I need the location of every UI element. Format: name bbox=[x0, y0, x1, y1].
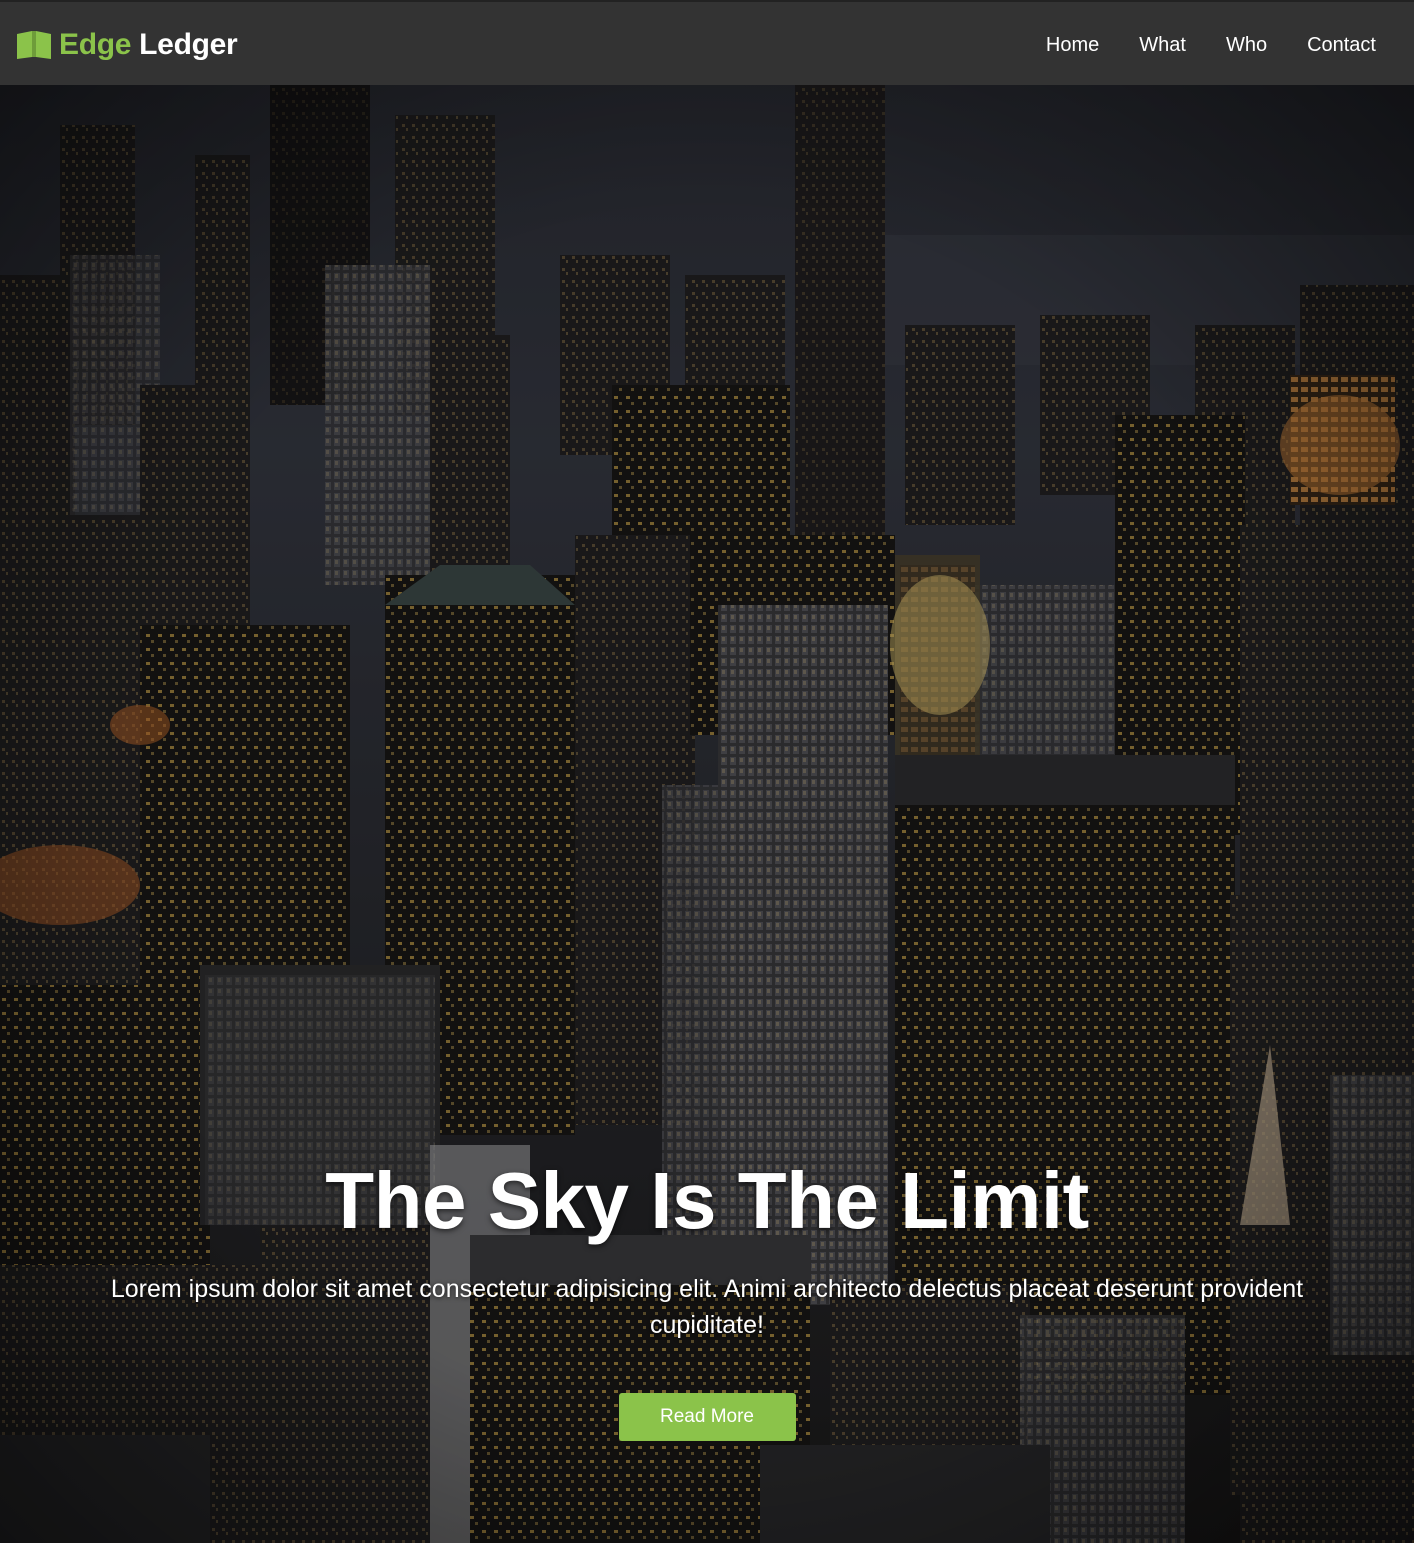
brand-main-text: Ledger bbox=[139, 28, 238, 61]
landing-page: Edge Ledger Home What Who Contact The Sk… bbox=[0, 0, 1414, 1543]
book-open-icon bbox=[17, 31, 51, 59]
nav-item-contact: Contact bbox=[1267, 32, 1376, 58]
nav-item-home: Home bbox=[1006, 32, 1099, 58]
nav-item-who: Who bbox=[1186, 32, 1267, 58]
navbar: Edge Ledger Home What Who Contact bbox=[0, 0, 1414, 85]
nav-menu: Home What Who Contact bbox=[1006, 32, 1376, 58]
brand-accent-text: Edge bbox=[59, 28, 132, 61]
nav-link-home[interactable]: Home bbox=[1006, 32, 1099, 58]
nav-item-what: What bbox=[1099, 32, 1186, 58]
nav-link-contact[interactable]: Contact bbox=[1267, 32, 1376, 58]
hero-content: The Sky Is The Limit Lorem ipsum dolor s… bbox=[0, 1153, 1414, 1441]
brand-name: Edge Ledger bbox=[59, 28, 238, 62]
hero-section: The Sky Is The Limit Lorem ipsum dolor s… bbox=[0, 85, 1414, 1543]
nav-link-who[interactable]: Who bbox=[1186, 32, 1267, 58]
brand-logo[interactable]: Edge Ledger bbox=[16, 28, 238, 62]
nav-link-what[interactable]: What bbox=[1099, 32, 1186, 58]
hero-description: Lorem ipsum dolor sit amet consectetur a… bbox=[110, 1275, 1304, 1339]
read-more-button[interactable]: Read More bbox=[618, 1393, 796, 1441]
hero-title: The Sky Is The Limit bbox=[325, 1156, 1089, 1245]
